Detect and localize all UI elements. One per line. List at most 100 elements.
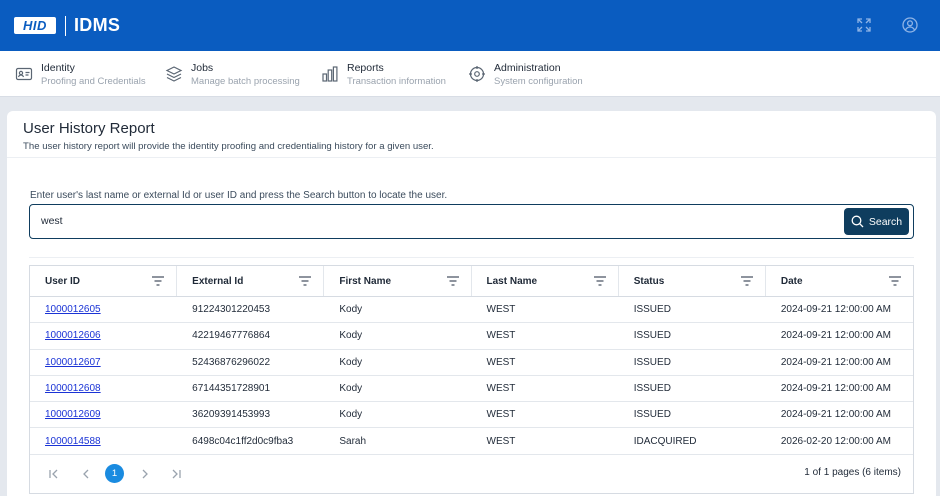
- page-title: User History Report: [23, 120, 155, 137]
- last-name-cell: WEST: [486, 356, 516, 368]
- logo-divider: [65, 15, 66, 36]
- page-description: The user history report will provide the…: [23, 141, 434, 152]
- bar-chart-icon: [322, 66, 338, 82]
- status-cell: ISSUED: [633, 356, 671, 368]
- column-header-label: Status: [633, 275, 665, 287]
- user-id-link[interactable]: 1000012609: [45, 409, 101, 420]
- column-header-user-id[interactable]: User ID: [30, 266, 178, 296]
- nav-jobs-subtitle: Manage batch processing: [191, 76, 300, 87]
- external-id-cell: 67144351728901: [192, 383, 271, 395]
- last-page-icon[interactable]: [166, 464, 186, 484]
- table-header-row: User ID External Id First Name Last Name…: [30, 266, 913, 297]
- first-page-icon[interactable]: [44, 464, 64, 484]
- user-account-icon[interactable]: [900, 15, 920, 35]
- date-cell: 2024-09-21 12:00:00 AM: [780, 409, 891, 421]
- column-header-first-name[interactable]: First Name: [324, 266, 472, 296]
- column-header-external-id[interactable]: External Id: [177, 266, 325, 296]
- next-page-icon[interactable]: [135, 464, 155, 484]
- filter-icon[interactable]: [152, 276, 165, 286]
- external-id-cell: 42219467776864: [192, 330, 271, 342]
- fullscreen-icon[interactable]: [854, 15, 874, 35]
- first-name-cell: Kody: [339, 330, 363, 342]
- user-id-link[interactable]: 1000012608: [45, 383, 101, 394]
- column-header-date[interactable]: Date: [766, 266, 913, 296]
- external-id-cell: 52436876296022: [192, 356, 271, 368]
- user-id-link[interactable]: 1000012607: [45, 357, 101, 368]
- status-cell: ISSUED: [633, 304, 671, 316]
- filter-icon[interactable]: [446, 276, 459, 286]
- nav-item-jobs[interactable]: Jobs Manage batch processing: [165, 51, 300, 97]
- filter-icon[interactable]: [593, 276, 606, 286]
- user-id-link[interactable]: 1000012606: [45, 330, 101, 341]
- table-row[interactable]: 1000012607 52436876296022 Kody WEST ISSU…: [30, 350, 913, 376]
- search-input-value[interactable]: west: [41, 215, 63, 227]
- filter-icon[interactable]: [889, 276, 902, 286]
- nav-administration-title: Administration: [494, 62, 561, 74]
- search-icon: [851, 215, 864, 228]
- main-navigation: Identity Proofing and Credentials Jobs M…: [0, 51, 940, 97]
- nav-identity-subtitle: Proofing and Credentials: [41, 76, 146, 87]
- search-button-label: Search: [868, 215, 903, 228]
- table-row[interactable]: 1000012609 36209391453993 Kody WEST ISSU…: [30, 402, 913, 429]
- nav-identity-title: Identity: [41, 62, 75, 74]
- column-header-label: User ID: [45, 275, 81, 287]
- status-cell: ISSUED: [633, 409, 671, 421]
- last-name-cell: WEST: [486, 304, 516, 316]
- table-row[interactable]: 1000012608 67144351728901 Kody WEST ISSU…: [30, 376, 913, 403]
- external-id-cell: 36209391453993: [192, 409, 271, 421]
- column-header-last-name[interactable]: Last Name: [472, 266, 619, 296]
- nav-reports-title: Reports: [347, 62, 384, 74]
- column-header-label: External Id: [192, 275, 244, 287]
- status-cell: ISSUED: [633, 383, 671, 395]
- date-cell: 2024-09-21 12:00:00 AM: [780, 330, 891, 342]
- nav-reports-subtitle: Transaction information: [347, 76, 446, 87]
- external-id-cell: 6498c04c1ff2d0c9fba3: [192, 435, 294, 447]
- user-id-link[interactable]: 1000014588: [45, 436, 101, 447]
- report-card: User History Report The user history rep…: [7, 111, 936, 496]
- nav-item-administration[interactable]: Administration System configuration: [468, 51, 583, 97]
- date-cell: 2024-09-21 12:00:00 AM: [780, 383, 891, 395]
- external-id-cell: 91224301220453: [192, 304, 271, 316]
- divider: [7, 157, 936, 158]
- user-history-table: User ID External Id First Name Last Name…: [29, 265, 914, 494]
- column-header-status[interactable]: Status: [619, 266, 766, 296]
- pagination: 1 1 of 1 pages (6 items): [30, 455, 913, 493]
- first-name-cell: Kody: [339, 304, 363, 316]
- table-row[interactable]: 1000012606 42219467776864 Kody WEST ISSU…: [30, 323, 913, 350]
- nav-item-reports[interactable]: Reports Transaction information: [321, 51, 446, 97]
- page-button-current[interactable]: 1: [105, 464, 124, 484]
- top-header: HID IDMS: [0, 0, 940, 51]
- pagination-info: 1 of 1 pages (6 items): [804, 466, 901, 478]
- status-cell: ISSUED: [633, 330, 671, 342]
- column-header-label: First Name: [339, 275, 392, 287]
- filter-icon[interactable]: [740, 276, 753, 286]
- first-name-cell: Sarah: [339, 435, 367, 447]
- divider: [29, 257, 914, 258]
- hid-logo: HID: [14, 17, 56, 34]
- status-cell: IDACQUIRED: [633, 435, 697, 447]
- last-name-cell: WEST: [486, 435, 516, 447]
- user-id-link[interactable]: 1000012605: [45, 304, 101, 315]
- layers-icon: [165, 66, 183, 82]
- column-header-label: Date: [780, 275, 803, 287]
- last-name-cell: WEST: [486, 409, 516, 421]
- first-name-cell: Kody: [339, 356, 363, 368]
- table-row[interactable]: 1000012605 91224301220453 Kody WEST ISSU…: [30, 297, 913, 324]
- nav-item-identity[interactable]: Identity Proofing and Credentials: [15, 51, 146, 97]
- date-cell: 2024-09-21 12:00:00 AM: [780, 356, 891, 368]
- table-row[interactable]: 1000014588 6498c04c1ff2d0c9fba3 Sarah WE…: [30, 428, 913, 455]
- nav-jobs-title: Jobs: [191, 62, 214, 74]
- column-header-label: Last Name: [486, 275, 538, 287]
- settings-icon: [469, 66, 485, 82]
- last-name-cell: WEST: [486, 383, 516, 395]
- first-name-cell: Kody: [339, 409, 363, 421]
- app-name: IDMS: [74, 15, 121, 35]
- id-card-icon: [15, 67, 33, 81]
- first-name-cell: Kody: [339, 383, 363, 395]
- filter-icon[interactable]: [299, 276, 312, 286]
- previous-page-icon[interactable]: [76, 464, 96, 484]
- search-input[interactable]: west Search: [29, 204, 914, 239]
- nav-administration-subtitle: System configuration: [494, 76, 583, 87]
- date-cell: 2024-09-21 12:00:00 AM: [780, 304, 891, 316]
- search-button[interactable]: Search: [844, 208, 909, 235]
